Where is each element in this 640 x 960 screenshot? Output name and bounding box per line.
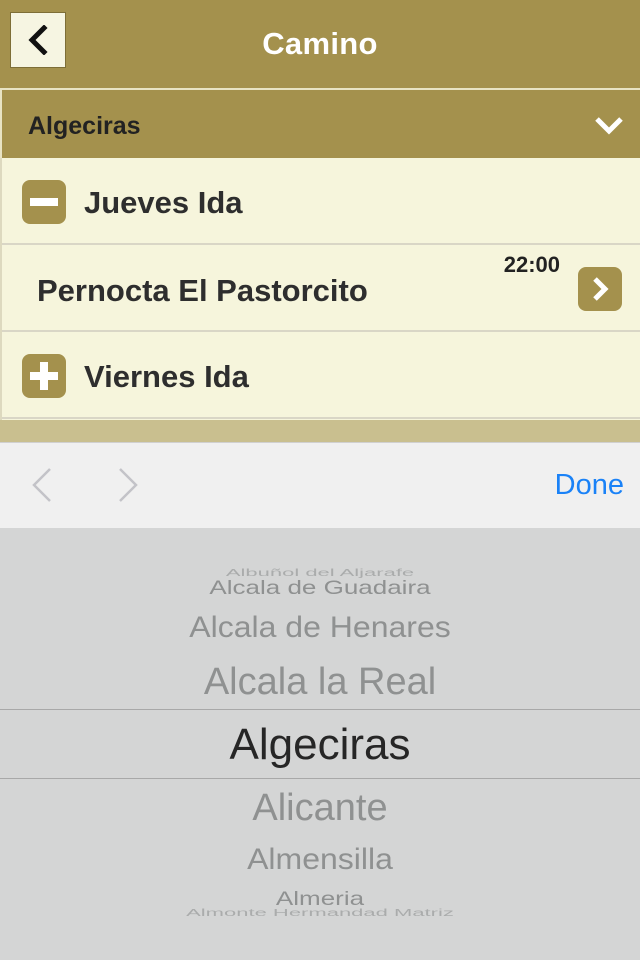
picker-option-selected[interactable]: Algeciras bbox=[0, 720, 640, 770]
selection-line-bottom bbox=[0, 778, 640, 779]
city-picker-wheel[interactable]: Albuñol del Aljarafe Alcala de Guadaira … bbox=[0, 528, 640, 960]
section-row-jueves[interactable]: Jueves Ida bbox=[2, 158, 640, 245]
detail-button[interactable] bbox=[578, 267, 622, 311]
divider-strip bbox=[0, 420, 640, 442]
list-item-pernocta[interactable]: Pernocta El Pastorcito 22:00 bbox=[2, 245, 640, 332]
expand-icon[interactable] bbox=[22, 354, 66, 398]
item-time: 22:00 bbox=[503, 252, 560, 277]
picker-option[interactable]: Alcala la Real bbox=[0, 661, 640, 704]
chevron-right-icon bbox=[593, 277, 609, 301]
picker-option[interactable]: Alcala de Guadaira bbox=[0, 576, 640, 599]
item-label: Pernocta El Pastorcito bbox=[37, 273, 368, 308]
picker-option[interactable]: Almensilla bbox=[0, 842, 640, 876]
route-list: Jueves Ida Pernocta El Pastorcito 22:00 … bbox=[0, 158, 640, 420]
section-label: Viernes Ida bbox=[84, 359, 249, 394]
picker-option[interactable]: Alicante bbox=[0, 787, 640, 830]
navigation-bar: Camino bbox=[0, 0, 640, 88]
done-button[interactable]: Done bbox=[555, 469, 624, 502]
page-title: Camino bbox=[262, 26, 378, 61]
previous-arrow-icon[interactable] bbox=[28, 465, 58, 505]
section-row-viernes[interactable]: Viernes Ida bbox=[2, 332, 640, 419]
collapse-icon[interactable] bbox=[22, 180, 66, 224]
picker-option[interactable]: Almonte Hermandad Matriz bbox=[0, 907, 640, 919]
section-label: Jueves Ida bbox=[84, 185, 243, 220]
selection-line-top bbox=[0, 709, 640, 710]
picker-option[interactable]: Alcala de Henares bbox=[0, 610, 640, 644]
city-selector[interactable]: Algeciras bbox=[0, 88, 640, 158]
next-arrow-icon[interactable] bbox=[112, 465, 142, 505]
picker-toolbar: Done bbox=[0, 442, 640, 528]
city-selector-value: Algeciras bbox=[28, 112, 141, 140]
chevron-down-icon bbox=[595, 117, 623, 135]
